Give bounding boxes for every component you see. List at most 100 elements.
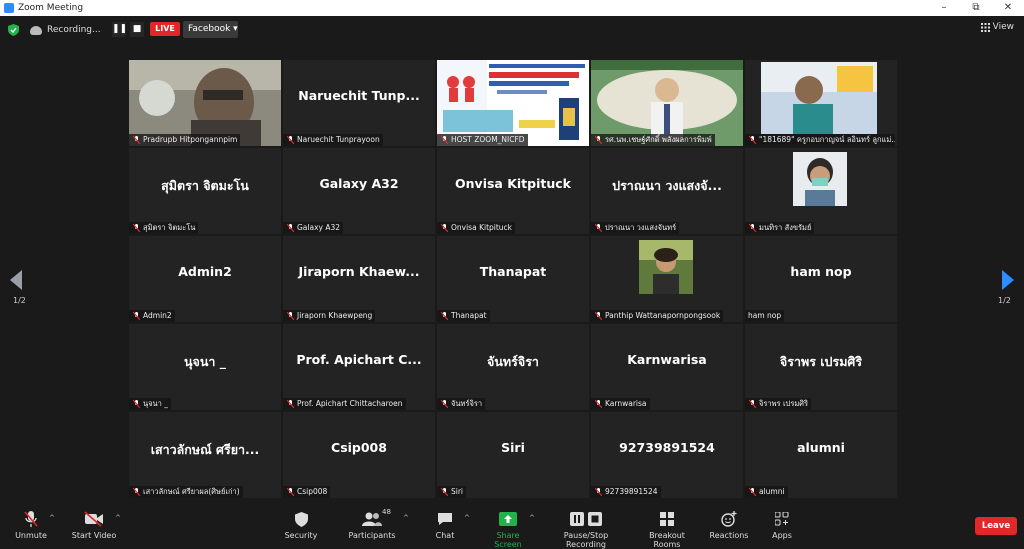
apps-icon bbox=[775, 512, 789, 526]
chat-bubble-icon bbox=[438, 513, 452, 525]
participant-display-name: Naruechit Tunp... bbox=[298, 88, 420, 103]
participants-options-caret-icon[interactable]: ^ bbox=[403, 514, 409, 522]
participant-tile[interactable]: Karnwarisa Karnwarisa bbox=[591, 324, 743, 410]
close-button[interactable]: ✕ bbox=[992, 0, 1024, 16]
participant-name: 92739891524 bbox=[605, 487, 658, 496]
participant-tile[interactable]: ham nop ham nop bbox=[745, 236, 897, 322]
participants-icon bbox=[362, 512, 382, 526]
meeting-top-bar: Recording... ❚❚ ■ LIVE Facebook ▾ bbox=[0, 16, 1024, 44]
apps-button[interactable]: Apps bbox=[768, 510, 796, 540]
stream-target-dropdown[interactable]: Facebook ▾ bbox=[183, 21, 238, 38]
participant-tile[interactable]: นุจนา _ นุจนา _ bbox=[129, 324, 281, 410]
participant-name: Prof. Apichart Chittacharoen bbox=[297, 399, 403, 408]
chat-options-caret-icon[interactable]: ^ bbox=[464, 514, 470, 522]
participant-tile[interactable]: รศ.นพ.เชษฐ์ศักดิ์ พลังผลการพิมพ์ bbox=[591, 60, 743, 146]
participant-tile[interactable]: "181689" ครูกอบกาญจน์ ลอินทร์ ลูกแม่... bbox=[745, 60, 897, 146]
participant-tile[interactable]: Siri Siri bbox=[437, 412, 589, 498]
muted-mic-icon bbox=[287, 488, 294, 496]
participant-display-name: เสาวลักษณ์ ศรียา... bbox=[150, 442, 260, 457]
share-options-caret-icon[interactable]: ^ bbox=[529, 514, 535, 522]
leave-button[interactable]: Leave bbox=[975, 517, 1017, 535]
participant-display-name: Csip008 bbox=[331, 440, 387, 455]
muted-mic-icon bbox=[595, 312, 602, 320]
audio-options-caret-icon[interactable]: ^ bbox=[49, 514, 55, 522]
participants-label: Participants bbox=[348, 531, 396, 540]
participant-display-name: นุจนา _ bbox=[183, 354, 227, 369]
pause-stop-recording-button[interactable]: Pause/Stop Recording bbox=[544, 510, 628, 549]
participant-display-name: Onvisa Kitpituck bbox=[455, 176, 571, 191]
participant-tile[interactable]: Prof. Apichart C... Prof. Apichart Chitt… bbox=[283, 324, 435, 410]
unmute-button[interactable]: Unmute bbox=[12, 510, 50, 540]
muted-mic-icon bbox=[595, 488, 602, 496]
start-video-button[interactable]: Start Video bbox=[70, 510, 118, 540]
participant-tile[interactable]: Jiraporn Khaew... Jiraporn Khaewpeng bbox=[283, 236, 435, 322]
view-label: View bbox=[992, 22, 1014, 32]
muted-mic-icon bbox=[441, 400, 448, 408]
breakout-rooms-button[interactable]: Breakout Rooms bbox=[636, 510, 698, 549]
participants-button[interactable]: 48 Participants bbox=[346, 508, 398, 540]
participant-tile[interactable]: 92739891524 92739891524 bbox=[591, 412, 743, 498]
participant-display-name: Karnwarisa bbox=[627, 352, 707, 367]
participant-tile[interactable]: HOST ZOOM_NICFD bbox=[437, 60, 589, 146]
muted-mic-icon bbox=[749, 488, 756, 496]
muted-mic-icon bbox=[441, 312, 448, 320]
recording-indicator: Recording... bbox=[30, 22, 106, 38]
participant-display-name: สุมิตรา จิตมะโน bbox=[161, 178, 249, 193]
security-label: Security bbox=[284, 531, 318, 540]
muted-mic-icon bbox=[595, 224, 602, 232]
participant-display-name: Siri bbox=[501, 440, 525, 455]
reactions-button[interactable]: Reactions bbox=[709, 510, 749, 540]
participant-tile[interactable]: เสาวลักษณ์ ศรียา... เสาวลักษณ์ ศรียาผล(ศ… bbox=[129, 412, 281, 498]
next-page-arrow-icon[interactable] bbox=[1000, 270, 1014, 290]
participant-tile[interactable]: จิราพร เปรมศิริ จิราพร เปรมศิริ bbox=[745, 324, 897, 410]
participant-tile[interactable]: Galaxy A32 Galaxy A32 bbox=[283, 148, 435, 234]
minimize-button[interactable]: – bbox=[928, 0, 960, 16]
maximize-button[interactable]: ⧉ bbox=[960, 0, 992, 16]
muted-mic-icon bbox=[441, 224, 448, 232]
participant-name: Galaxy A32 bbox=[297, 223, 341, 232]
muted-mic-icon bbox=[133, 224, 140, 232]
participant-name: สุมิตรา จิตมะโน bbox=[143, 223, 196, 232]
pause-stop-icon bbox=[570, 512, 602, 526]
security-button[interactable]: Security bbox=[282, 510, 320, 540]
participant-name: Panthip Wattanapornpongsook bbox=[605, 311, 721, 320]
reactions-label: Reactions bbox=[709, 531, 749, 540]
previous-page-arrow-icon[interactable] bbox=[10, 270, 24, 290]
participant-name: รศ.นพ.เชษฐ์ศักดิ์ พลังผลการพิมพ์ bbox=[605, 135, 712, 144]
share-screen-label: Share Screen bbox=[494, 531, 522, 549]
muted-mic-icon bbox=[133, 488, 140, 496]
participant-tile[interactable]: Thanapat Thanapat bbox=[437, 236, 589, 322]
participant-name: "181689" ครูกอบกาญจน์ ลอินทร์ ลูกแม่... bbox=[759, 135, 895, 144]
participant-tile[interactable]: ปราณนา วงแสงจั... ปราณนา วงแสงจันทร์ bbox=[591, 148, 743, 234]
share-screen-button[interactable]: Share Screen bbox=[482, 510, 534, 549]
participant-tile[interactable]: Csip008 Csip008 bbox=[283, 412, 435, 498]
muted-mic-icon bbox=[749, 400, 756, 408]
participant-name: จันทร์จิรา bbox=[451, 399, 483, 408]
stop-recording-button[interactable]: ■ bbox=[130, 22, 144, 37]
participant-tile[interactable]: จันทร์จิรา จันทร์จิรา bbox=[437, 324, 589, 410]
view-button[interactable]: View bbox=[980, 22, 1014, 32]
video-options-caret-icon[interactable]: ^ bbox=[115, 514, 121, 522]
chat-label: Chat bbox=[435, 531, 455, 540]
participant-tile[interactable]: Naruechit Tunp... Naruechit Tunprayoon bbox=[283, 60, 435, 146]
muted-mic-icon bbox=[287, 400, 294, 408]
pause-recording-button[interactable]: ❚❚ bbox=[112, 22, 127, 37]
participant-tile[interactable]: Admin2 Admin2 bbox=[129, 236, 281, 322]
participant-tile[interactable]: alumni alumni bbox=[745, 412, 897, 498]
participant-tile[interactable]: สุมิตรา จิตมะโน สุมิตรา จิตมะโน bbox=[129, 148, 281, 234]
muted-mic-icon bbox=[133, 400, 140, 408]
grid-view-icon bbox=[980, 22, 990, 32]
page-indicator-left: 1/2 bbox=[13, 296, 26, 305]
participant-tile[interactable]: Onvisa Kitpituck Onvisa Kitpituck bbox=[437, 148, 589, 234]
security-shield-icon bbox=[294, 511, 308, 527]
participant-tile[interactable]: Pradrupb Hitpongannpim bbox=[129, 60, 281, 146]
participant-name: Csip008 bbox=[297, 487, 328, 496]
muted-mic-icon bbox=[287, 312, 294, 320]
participant-grid: Pradrupb Hitpongannpim Naruechit Tunp...… bbox=[129, 60, 897, 500]
window-title: Zoom Meeting bbox=[18, 3, 84, 13]
shield-icon[interactable] bbox=[8, 24, 19, 36]
participant-tile[interactable]: Panthip Wattanapornpongsook bbox=[591, 236, 743, 322]
muted-microphone-icon bbox=[24, 511, 38, 527]
participant-tile[interactable]: มนทิรา สังขรัมย์ bbox=[745, 148, 897, 234]
chat-button[interactable]: Chat bbox=[428, 510, 462, 540]
